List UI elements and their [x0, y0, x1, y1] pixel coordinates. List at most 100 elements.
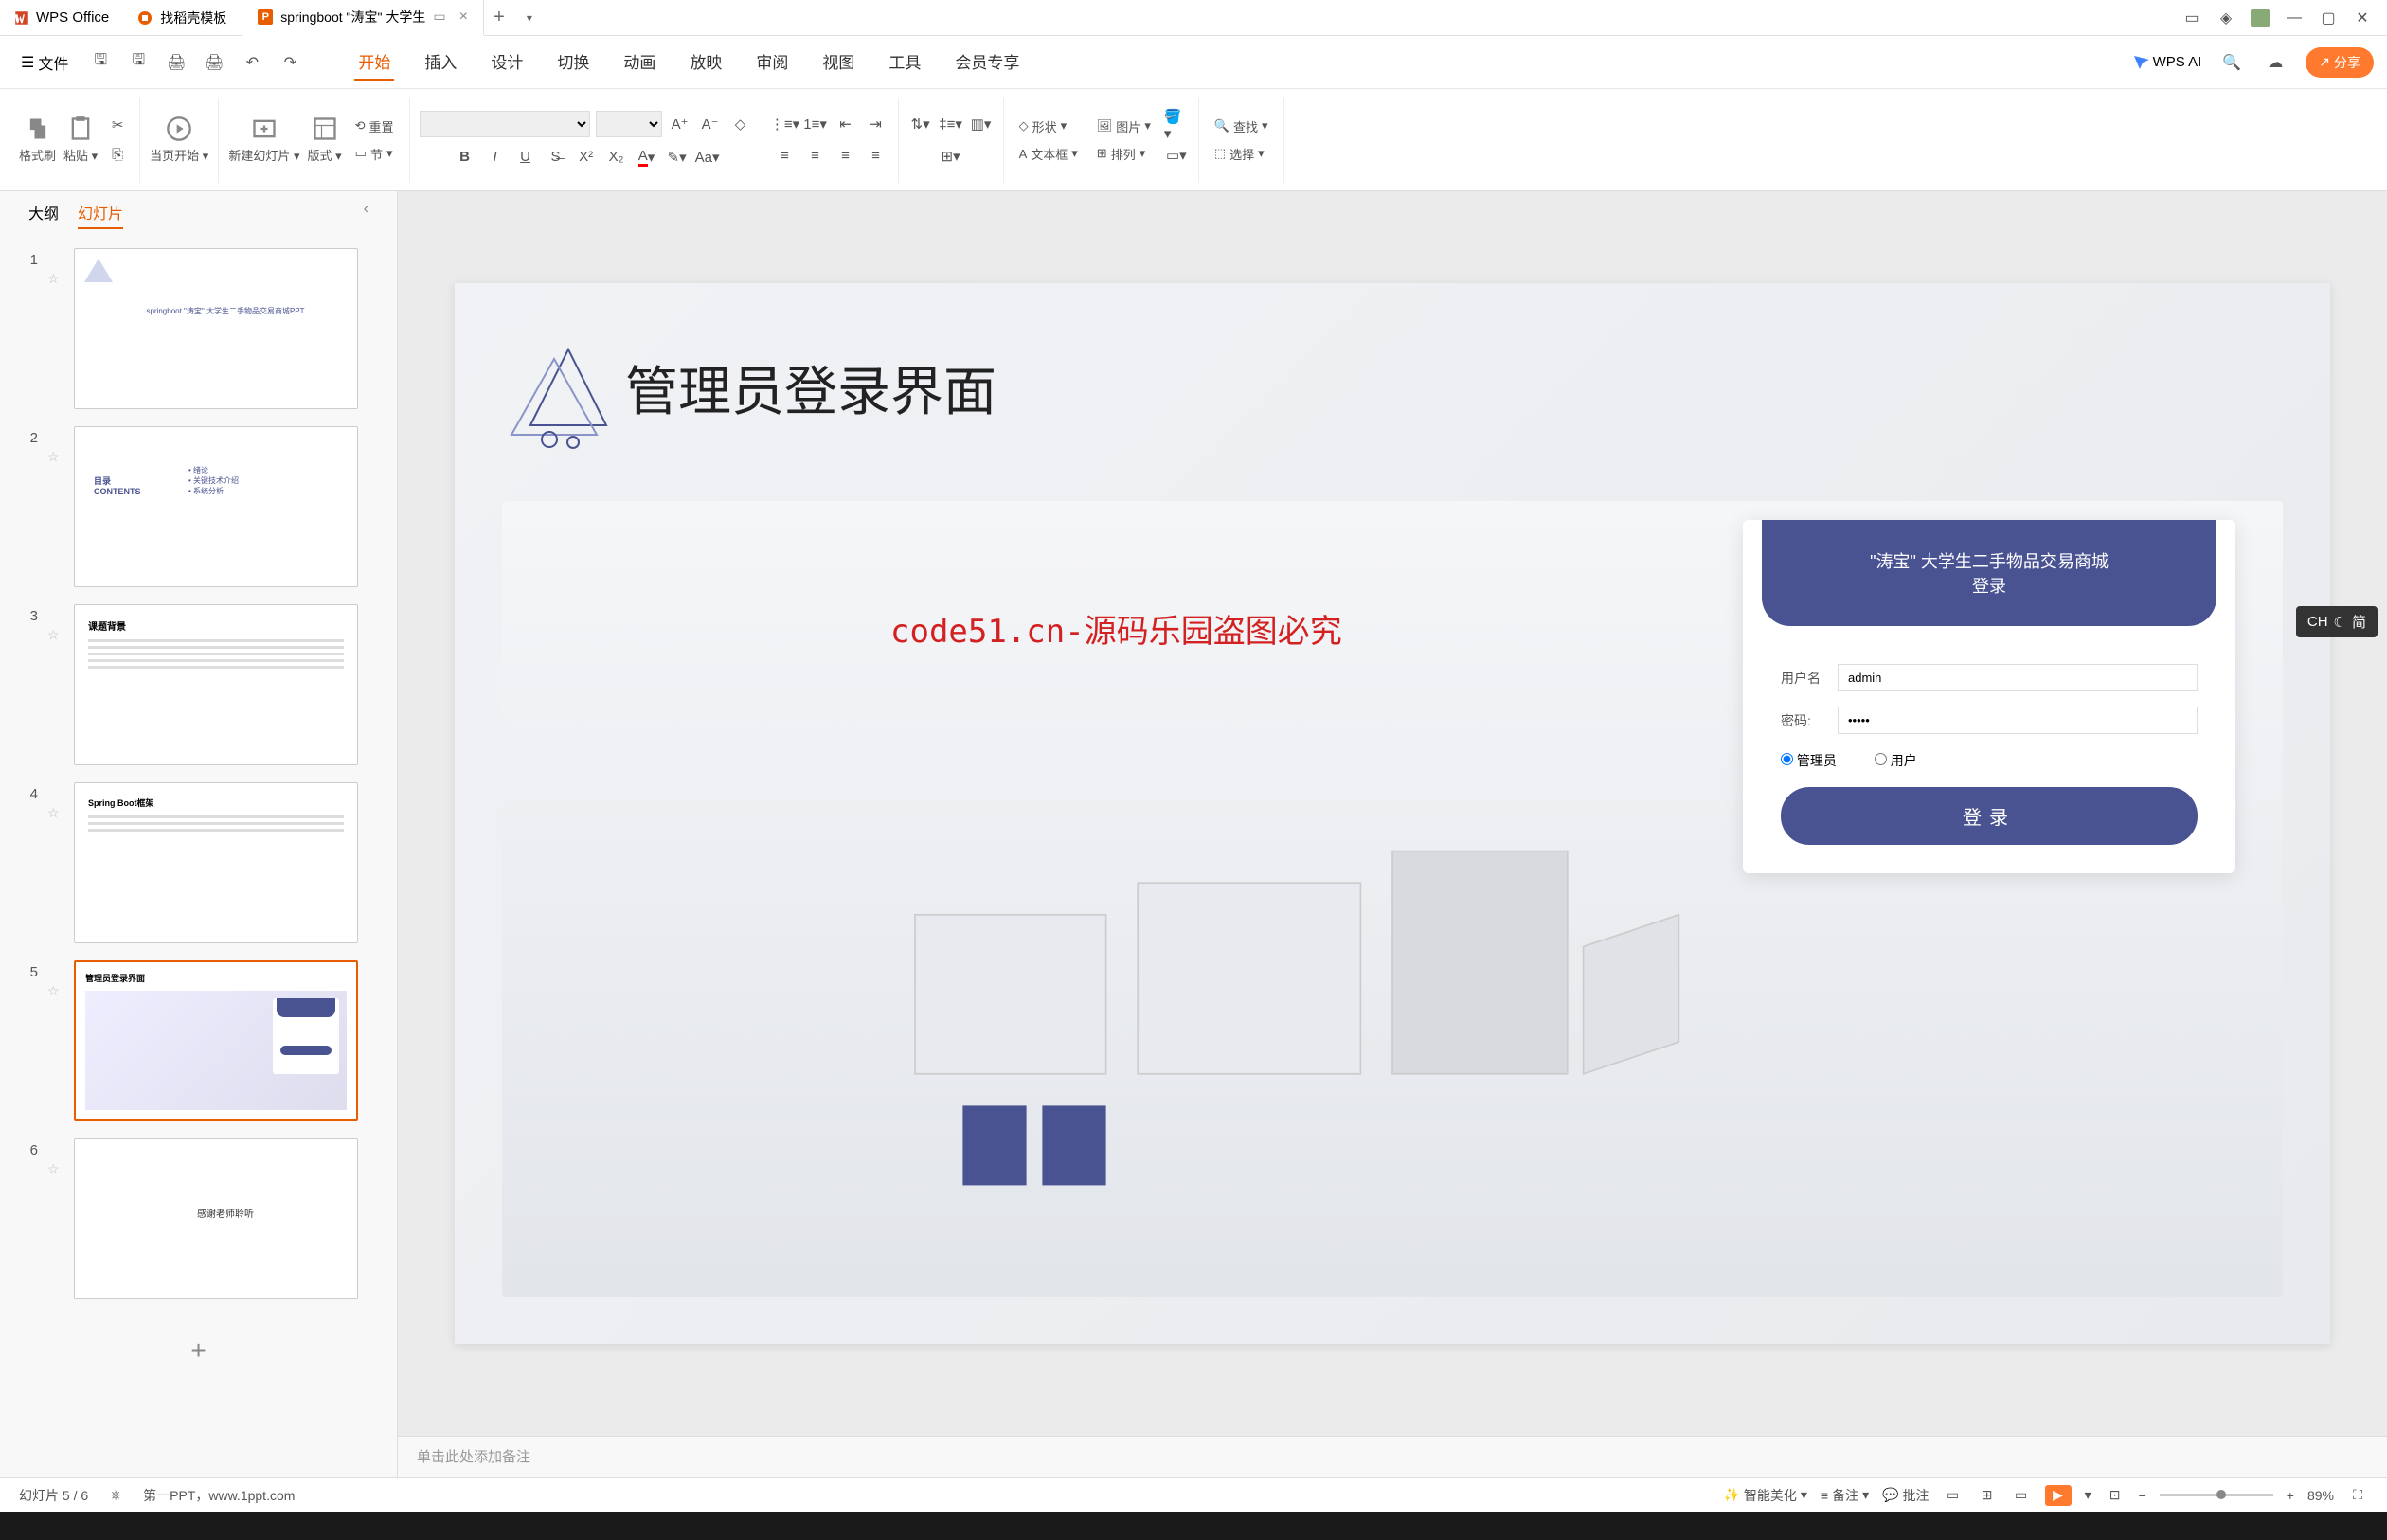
format-painter-button[interactable]: 格式刷 — [19, 116, 56, 164]
tab-insert[interactable]: 插入 — [421, 44, 460, 81]
cut-icon[interactable]: ✂ — [105, 113, 130, 137]
zoom-in-icon[interactable]: + — [2287, 1488, 2294, 1503]
comments-toggle[interactable]: 💬批注 — [1882, 1486, 1929, 1505]
clear-format-icon[interactable]: ◇ — [728, 112, 753, 136]
grid-icon[interactable]: ⊡ — [2105, 1485, 2126, 1506]
thumbnail-3[interactable]: 3 ☆ 课题背景 — [19, 604, 378, 765]
radio-admin[interactable]: 管理员 — [1781, 751, 1837, 770]
print-icon[interactable]: 🖨 — [163, 49, 189, 76]
shape-outline-icon[interactable]: ▭▾ — [1164, 143, 1189, 168]
window-layout-icon[interactable]: ▭ — [2177, 5, 2207, 31]
find-button[interactable]: 🔍查找 ▾ — [1209, 116, 1274, 137]
superscript-icon[interactable]: X² — [574, 145, 599, 170]
change-case-icon[interactable]: Aa▾ — [695, 145, 720, 170]
new-slide-button[interactable]: 新建幻灯片 ▾ — [228, 116, 299, 164]
layout-button[interactable]: 版式 ▾ — [307, 116, 341, 164]
tab-close[interactable]: × — [459, 9, 468, 26]
language-icon[interactable]: ⎈ — [105, 1485, 126, 1506]
notes-toggle[interactable]: ≡备注 ▾ — [1821, 1486, 1869, 1505]
search-icon[interactable]: 🔍 — [2218, 49, 2245, 76]
increase-indent-icon[interactable]: ⇥ — [864, 112, 888, 136]
align-objects-icon[interactable]: ⊞▾ — [939, 144, 963, 169]
zoom-out-icon[interactable]: − — [2139, 1488, 2146, 1503]
slide-canvas[interactable]: 管理员登录界面 code51.cn-源码乐园盗图必究 "涛宝" — [455, 283, 2330, 1344]
textbox-button[interactable]: A文本框 ▾ — [1014, 143, 1084, 165]
save-as-icon[interactable]: 🖫 — [125, 49, 152, 76]
tab-view[interactable]: 视图 — [818, 44, 858, 81]
radio-user[interactable]: 用户 — [1875, 751, 1917, 770]
arrange-button[interactable]: ⊞排列 ▾ — [1091, 143, 1157, 165]
reset-button[interactable]: ⟲重置 — [350, 116, 400, 137]
undo-icon[interactable]: ↶ — [239, 49, 265, 76]
minimize-button[interactable]: — — [2279, 5, 2309, 31]
underline-icon[interactable]: U — [513, 145, 538, 170]
subscript-icon[interactable]: X₂ — [604, 145, 629, 170]
from-current-button[interactable]: 当页开始 ▾ — [150, 116, 208, 164]
add-slide-button[interactable]: + — [19, 1316, 378, 1385]
print-preview-icon[interactable]: 🖨 — [201, 49, 227, 76]
slideshow-button[interactable]: ▶ — [2045, 1485, 2072, 1506]
bold-icon[interactable]: B — [453, 145, 477, 170]
columns-icon[interactable]: ▥▾ — [969, 112, 994, 136]
justify-icon[interactable]: ≡ — [864, 144, 888, 169]
avatar-icon[interactable] — [2245, 5, 2275, 31]
login-button[interactable]: 登录 — [1781, 787, 2198, 845]
line-spacing-icon[interactable]: ‡≡▾ — [939, 112, 963, 136]
paste-button[interactable]: 粘贴 ▾ — [63, 116, 98, 164]
file-menu[interactable]: ☰ 文件 — [13, 47, 76, 78]
fit-icon[interactable]: ⛶ — [2347, 1485, 2368, 1506]
tab-review[interactable]: 审阅 — [752, 44, 792, 81]
copy-icon[interactable]: ⎘ — [105, 143, 130, 168]
share-button[interactable]: ↗ 分享 — [2306, 47, 2374, 78]
collapse-panel-icon[interactable]: ‹ — [364, 201, 368, 229]
section-button[interactable]: ▭节 ▾ — [350, 143, 400, 165]
tab-menu[interactable]: ▾ — [514, 11, 545, 25]
text-direction-icon[interactable]: ⇅▾ — [908, 112, 933, 136]
picture-button[interactable]: 🖼图片 ▾ — [1091, 116, 1157, 137]
thumbnail-2[interactable]: 2 ☆ 目录CONTENTS • 绪论 • 关键技术介绍 • 系统分析 — [19, 426, 378, 587]
save-icon[interactable]: 🖫 — [87, 49, 114, 76]
tab-home[interactable]: 开始 — [354, 44, 394, 81]
outline-tab[interactable]: 大纲 — [28, 201, 59, 229]
decrease-font-icon[interactable]: A⁻ — [698, 112, 723, 136]
sorter-view-icon[interactable]: ⊞ — [1977, 1485, 1998, 1506]
align-right-icon[interactable]: ≡ — [834, 144, 858, 169]
numbering-icon[interactable]: 1≡▾ — [803, 112, 828, 136]
username-input[interactable] — [1838, 664, 2198, 691]
decrease-indent-icon[interactable]: ⇤ — [834, 112, 858, 136]
maximize-button[interactable]: ▢ — [2313, 5, 2343, 31]
thumbnail-4[interactable]: 4 ☆ Spring Boot框架 — [19, 782, 378, 943]
tab-add[interactable]: + — [484, 7, 514, 28]
tab-slideshow[interactable]: 放映 — [686, 44, 726, 81]
select-button[interactable]: ⬚选择 ▾ — [1209, 143, 1274, 165]
tab-template[interactable]: 找稻壳模板 — [122, 0, 242, 36]
redo-icon[interactable]: ↷ — [277, 49, 303, 76]
tab-member[interactable]: 会员专享 — [951, 44, 1023, 81]
align-left-icon[interactable]: ≡ — [773, 144, 798, 169]
slides-tab[interactable]: 幻灯片 — [78, 201, 123, 229]
smart-beautify-button[interactable]: ✨智能美化 ▾ — [1723, 1486, 1806, 1505]
bullets-icon[interactable]: ⋮≡▾ — [773, 112, 798, 136]
tab-animation[interactable]: 动画 — [619, 44, 659, 81]
tab-transition[interactable]: 切换 — [553, 44, 593, 81]
thumbnail-1[interactable]: 1 ☆ springboot "涛宝" 大学生二手物品交易商城PPT — [19, 248, 378, 409]
thumbnail-5[interactable]: 5 ☆ 管理员登录界面 — [19, 960, 378, 1121]
zoom-slider[interactable] — [2160, 1494, 2273, 1496]
notes-input[interactable]: 单击此处添加备注 — [398, 1436, 2387, 1477]
thumbnail-6[interactable]: 6 ☆ 感谢老师聆听 — [19, 1138, 378, 1299]
font-select[interactable] — [420, 111, 590, 137]
strikethrough-icon[interactable]: S̶ — [544, 145, 568, 170]
highlight-icon[interactable]: ✎▾ — [665, 145, 690, 170]
font-size-select[interactable] — [596, 111, 662, 137]
wps-ai-button[interactable]: WPS AI — [2132, 54, 2202, 71]
align-center-icon[interactable]: ≡ — [803, 144, 828, 169]
reading-view-icon[interactable]: ▭ — [2011, 1485, 2032, 1506]
zoom-value[interactable]: 89% — [2307, 1488, 2334, 1503]
normal-view-icon[interactable]: ▭ — [1943, 1485, 1964, 1506]
password-input[interactable] — [1838, 707, 2198, 734]
close-button[interactable]: ✕ — [2347, 5, 2378, 31]
shape-fill-icon[interactable]: 🪣▾ — [1164, 113, 1189, 137]
slideshow-dropdown[interactable]: ▾ — [2085, 1487, 2091, 1503]
font-color-icon[interactable]: A▾ — [635, 145, 659, 170]
increase-font-icon[interactable]: A⁺ — [668, 112, 692, 136]
